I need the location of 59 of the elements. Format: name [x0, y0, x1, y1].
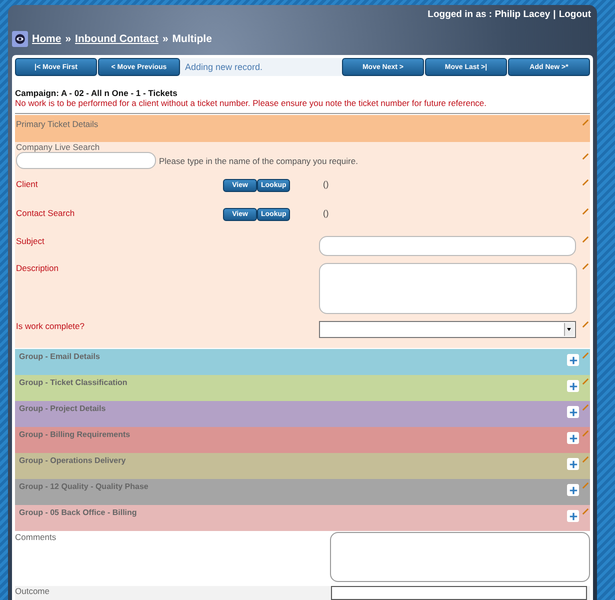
text-field[interactable] [319, 236, 576, 256]
logout-link[interactable]: Logout [558, 9, 591, 20]
breadcrumb-link[interactable]: Home [32, 33, 62, 45]
breadcrumb-text: » [162, 33, 168, 45]
pencil-icon[interactable] [582, 508, 589, 515]
pencil-icon[interactable] [582, 153, 589, 160]
pencil-icon[interactable] [582, 321, 589, 328]
expand-icon[interactable] [567, 380, 579, 392]
field-value: () [323, 179, 330, 189]
outcome-field[interactable] [331, 586, 587, 600]
group-header[interactable]: Group - 05 Back Office - Billing [15, 505, 590, 531]
expand-icon[interactable] [567, 432, 579, 444]
expand-icon[interactable] [567, 458, 579, 470]
expand-icon[interactable] [567, 406, 579, 418]
field-label: Company Live Search [16, 142, 101, 152]
group-title: Group - 05 Back Office - Billing [19, 508, 138, 517]
pencil-icon[interactable] [582, 352, 589, 359]
warning-text: No work is to be performed for a client without a ticket number. Please ensure you note the ticket number for future reference. [15, 98, 488, 108]
group-title: Group - Operations Delivery [19, 456, 127, 465]
breadcrumb-link[interactable]: Inbound Contact [75, 33, 158, 45]
pencil-icon[interactable] [582, 404, 589, 411]
field-label: Description [16, 263, 60, 273]
pencil-icon[interactable] [582, 456, 589, 463]
field-label: Client [16, 179, 39, 189]
hint-text: Please type in the name of the company you require. [159, 156, 358, 166]
pencil-icon[interactable] [582, 236, 589, 243]
group-header[interactable]: Group - Email Details [15, 349, 590, 375]
dropdown[interactable] [319, 321, 576, 338]
expand-icon[interactable] [567, 484, 579, 496]
pencil-icon[interactable] [582, 119, 589, 126]
field-label: Comments [15, 532, 56, 544]
group-title: Group - 12 Quality - Quality Phase [19, 482, 150, 491]
group-title: Group - Project Details [19, 404, 107, 413]
group-header[interactable]: Group - Ticket Classification [15, 375, 590, 401]
text-area[interactable] [319, 263, 577, 314]
field-label: Outcome [15, 586, 50, 598]
group-header[interactable]: Group - Operations Delivery [15, 453, 590, 479]
field-label: Subject [16, 236, 46, 246]
separator: | [553, 9, 556, 20]
breadcrumb-text: Multiple [172, 33, 212, 45]
group-title: Group - Email Details [19, 352, 101, 361]
pencil-icon[interactable] [582, 378, 589, 385]
logged-in-user: Logged in as : Philip Lacey [428, 9, 550, 20]
eye-logo-icon [12, 31, 28, 47]
pencil-icon[interactable] [582, 263, 589, 270]
search-field[interactable] [16, 152, 156, 169]
group-title: Group - Ticket Classification [19, 378, 128, 387]
field-value: () [323, 208, 330, 218]
record-status: Adding new record. [184, 61, 264, 74]
campaign-title: Campaign: A - 02 - All n One - 1 - Tickets [15, 88, 178, 98]
group-title: Group - Billing Requirements [19, 430, 132, 439]
pencil-icon[interactable] [582, 179, 589, 186]
expand-icon[interactable] [567, 510, 579, 522]
field-label: Contact Search [16, 208, 76, 218]
expand-icon[interactable] [567, 354, 579, 366]
breadcrumb-text: » [65, 33, 72, 45]
field-label: Is work complete? [16, 321, 86, 331]
pencil-icon[interactable] [582, 208, 589, 215]
section-title: Primary Ticket Details [16, 119, 98, 129]
